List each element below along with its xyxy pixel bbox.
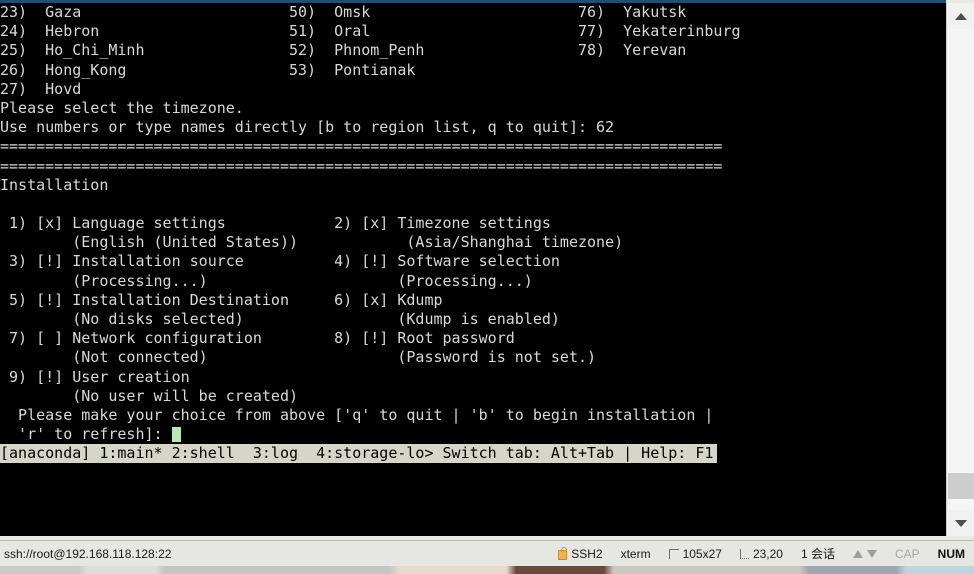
- terminal-size-indicator[interactable]: 105x27: [660, 544, 731, 564]
- arrow-down-icon[interactable]: [866, 549, 877, 558]
- application-status-bar: ssh://root@192.168.118.128:22 SSH2 xterm…: [0, 540, 974, 566]
- choice-prompt-text: 'r' to refresh]:: [0, 425, 172, 444]
- arrow-up-icon[interactable]: [852, 549, 863, 558]
- num-lock-label: NUM: [937, 546, 965, 561]
- scroll-arrows[interactable]: [844, 544, 886, 564]
- menu-detail-7-8: (Not connected) (Password is not set.): [0, 348, 597, 367]
- scrollbar-track[interactable]: [948, 29, 974, 510]
- chevron-up-icon: [954, 12, 967, 20]
- menu-row-7-8[interactable]: 7) [ ] Network configuration 8) [!] Root…: [0, 329, 741, 348]
- scrollbar-thumb[interactable]: [948, 473, 974, 499]
- menu-detail-5-6: (No disks selected) (Kdump is enabled): [0, 310, 560, 328]
- num-lock-indicator: NUM: [929, 544, 974, 564]
- terminal-line: 26) Hong_Kong 53) Pontianak: [0, 60, 416, 79]
- menu-row-1-2[interactable]: 1) [x] Language settings 2) [x] Timezone…: [0, 214, 741, 233]
- terminal-text-buffer: 23) Gaza 50) Omsk 76) Yakutsk 24) Hebron…: [0, 3, 741, 444]
- terminal-line: 25) Ho_Chi_Minh 52) Phnom_Penh 78) Yerev…: [0, 41, 687, 60]
- cursor-position-label: 23,20: [752, 546, 783, 561]
- scroll-down-button[interactable]: [947, 510, 974, 536]
- cursor-position-indicator[interactable]: 23,20: [731, 544, 792, 564]
- terminal-section-title: Installation: [0, 175, 109, 194]
- session-count-label: 1 会话: [800, 547, 835, 561]
- terminal-line: 24) Hebron 51) Oral 77) Yekaterinburg: [0, 22, 741, 41]
- text-cursor: [171, 427, 181, 443]
- emulation-indicator[interactable]: xterm: [612, 544, 660, 564]
- emulation-label: xterm: [620, 546, 651, 561]
- lock-icon: [558, 546, 568, 560]
- protocol-indicator[interactable]: SSH2: [549, 544, 611, 564]
- connection-url: ssh://root@192.168.118.128:22: [4, 546, 172, 561]
- terminal-prompt-input-line: Use numbers or type names directly [b to…: [0, 118, 615, 137]
- tmux-status-bar[interactable]: [anaconda] 1:main* 2:shell 3:log 4:stora…: [0, 444, 717, 463]
- menu-row-5-6[interactable]: 5) [!] Installation Destination 6) [x] K…: [0, 291, 741, 310]
- menu-row-9[interactable]: 9) [!] User creation: [0, 368, 741, 387]
- terminal-window: 23) Gaza 50) Omsk 76) Yakutsk 24) Hebron…: [0, 0, 974, 574]
- terminal-separator: ========================================…: [0, 137, 723, 156]
- terminal-separator: ========================================…: [0, 156, 723, 175]
- choice-prompt-line-1: Please make your choice from above ['q' …: [0, 405, 714, 424]
- window-size-icon: [668, 548, 679, 559]
- cursor-position-icon: [739, 548, 749, 559]
- chevron-down-icon: [954, 519, 967, 527]
- scroll-up-button[interactable]: [947, 3, 974, 29]
- menu-detail-1-2: (English (United States)) (Asia/Shanghai…: [0, 233, 624, 252]
- caps-lock-label: CAP: [894, 546, 920, 561]
- terminal-size-label: 105x27: [682, 546, 722, 561]
- desktop-wallpaper-sliver: [0, 566, 974, 574]
- terminal-screen[interactable]: 23) Gaza 50) Omsk 76) Yakutsk 24) Hebron…: [0, 3, 946, 536]
- session-count-indicator[interactable]: 1 会话: [792, 544, 844, 564]
- terminal-line: 27) Hovd: [0, 79, 82, 98]
- menu-row-3-4[interactable]: 3) [!] Installation source 4) [!] Softwa…: [0, 252, 741, 271]
- terminal-line: 23) Gaza 50) Omsk 76) Yakutsk: [0, 3, 687, 21]
- vertical-scrollbar[interactable]: [946, 3, 974, 536]
- terminal-prompt-select-timezone: Please select the timezone.: [0, 98, 244, 117]
- choice-prompt-line-2: 'r' to refresh]:: [0, 425, 741, 444]
- menu-detail-9: (No user will be created): [0, 386, 299, 405]
- protocol-label: SSH2: [571, 546, 603, 561]
- caps-lock-indicator: CAP: [886, 544, 929, 564]
- menu-detail-3-4: (Processing...) (Processing...): [0, 271, 533, 290]
